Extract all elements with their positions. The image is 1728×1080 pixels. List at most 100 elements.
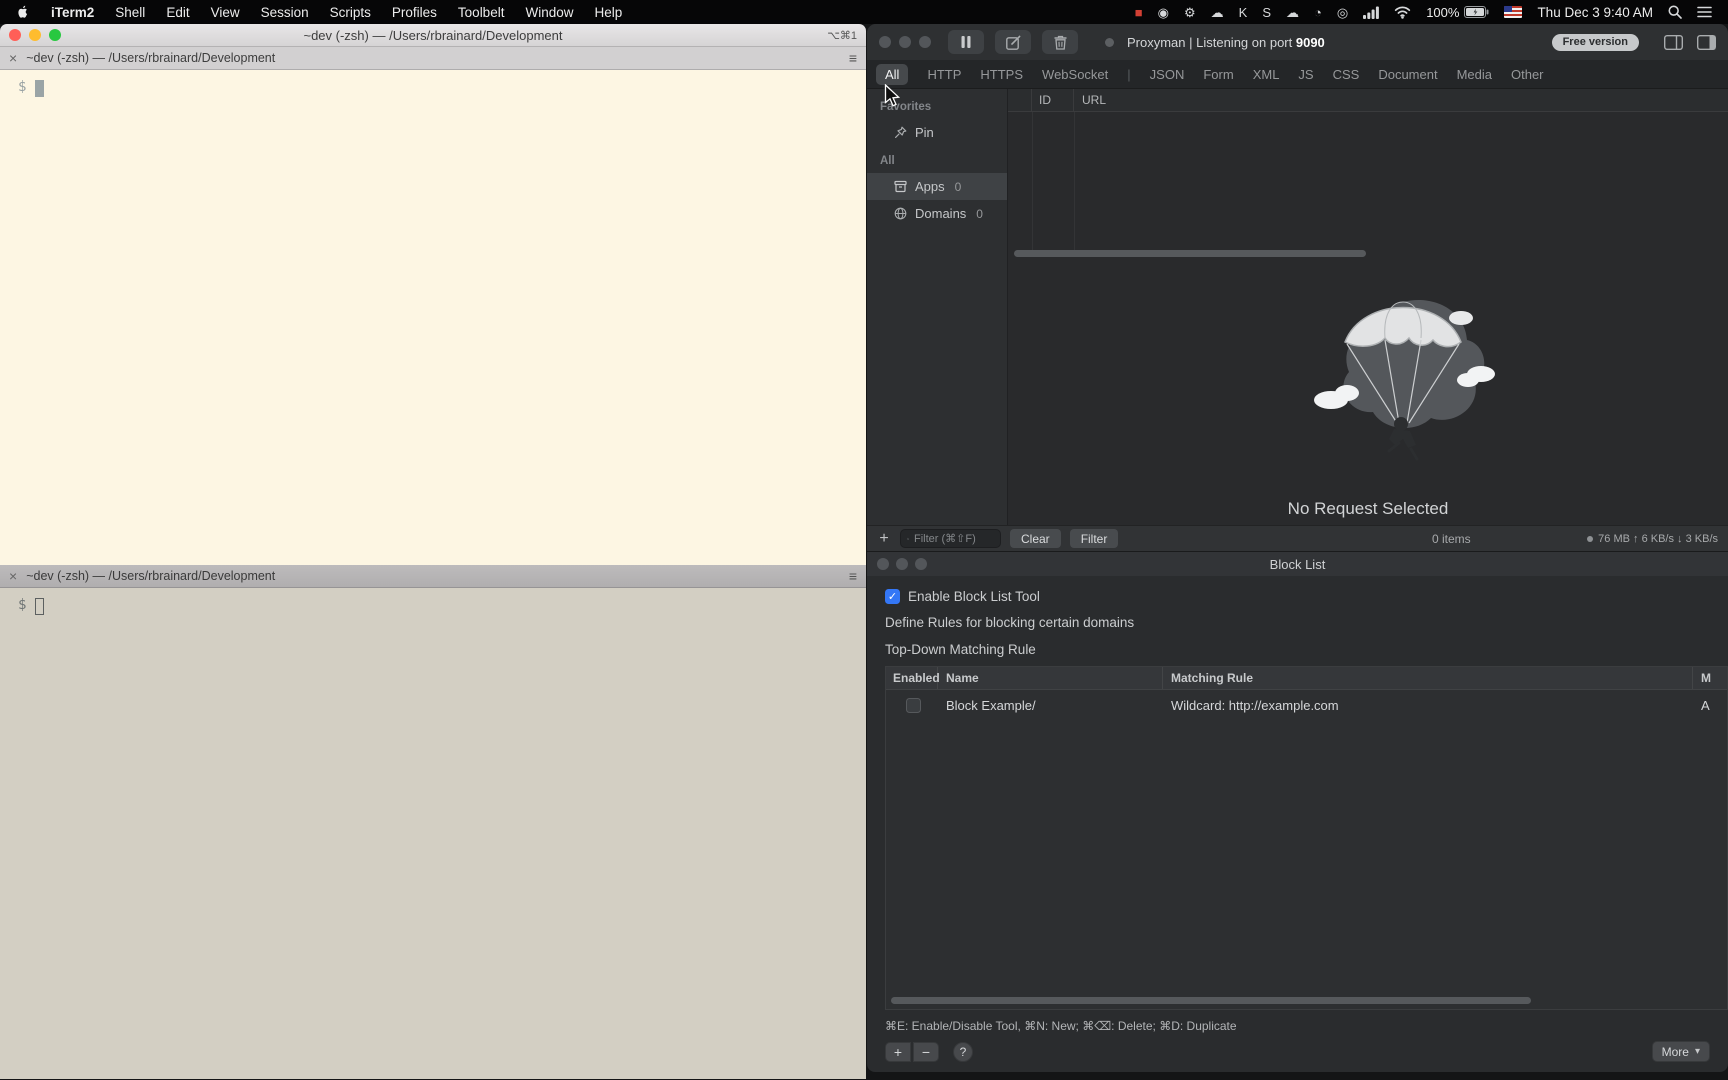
menu-app-name[interactable]: iTerm2 (51, 5, 94, 20)
us-flag-icon[interactable] (1504, 6, 1523, 18)
gear-app-icon[interactable]: ⚙ (1184, 6, 1196, 19)
enable-blocklist-checkbox[interactable]: ✓ (885, 589, 900, 604)
request-list-pane: ID URL No Request Selected (1008, 89, 1728, 525)
enable-blocklist-label: Enable Block List Tool (908, 589, 1040, 604)
clear-button[interactable]: Clear (1010, 529, 1061, 548)
terminal-top-tabbar[interactable]: × ~dev (-zsh) — /Users/rbrainard/Develop… (0, 47, 866, 70)
filter-button[interactable]: Filter (1069, 529, 1119, 548)
tab-https[interactable]: HTTPS (980, 67, 1023, 82)
target-app-icon[interactable]: ◎ (1337, 6, 1348, 19)
s-app-icon[interactable]: S (1262, 6, 1271, 19)
cellular-signal-icon[interactable] (1363, 6, 1380, 19)
k-app-icon[interactable]: K (1239, 6, 1248, 19)
close-button[interactable] (877, 558, 889, 570)
menu-profiles[interactable]: Profiles (392, 5, 437, 20)
tab-json[interactable]: JSON (1150, 67, 1185, 82)
menu-scripts[interactable]: Scripts (330, 5, 371, 20)
camera-app-icon[interactable]: ◉ (1158, 6, 1169, 19)
id-column-header[interactable]: ID (1032, 89, 1074, 111)
sidebar-item-pin[interactable]: Pin (867, 119, 1007, 146)
status-column (1008, 89, 1032, 111)
add-filter-button[interactable]: + (877, 530, 891, 548)
battery-percent: 100% (1426, 4, 1460, 20)
close-button[interactable] (879, 36, 891, 48)
tab-websocket[interactable]: WebSocket (1042, 67, 1108, 82)
name-column-header[interactable]: Name (938, 667, 1163, 689)
tab-title[interactable]: ~dev (-zsh) — /Users/rbrainard/Developme… (26, 51, 275, 65)
toggle-left-panel-icon[interactable] (1664, 34, 1683, 50)
wifi-icon[interactable] (1394, 5, 1411, 19)
filter-search-input[interactable] (914, 532, 994, 545)
pause-button[interactable] (948, 30, 984, 54)
tab-all[interactable]: All (876, 63, 909, 85)
minimize-button[interactable] (899, 36, 911, 48)
zoom-button[interactable] (49, 29, 61, 41)
compose-button[interactable] (995, 30, 1031, 54)
tab-media[interactable]: Media (1457, 67, 1492, 82)
minimize-button[interactable] (29, 29, 41, 41)
battery-icon[interactable] (1464, 6, 1489, 18)
table-row[interactable]: Block Example/ Wildcard: http://example.… (886, 690, 1727, 721)
tab-http[interactable]: HTTP (927, 67, 961, 82)
tab-css[interactable]: CSS (1333, 67, 1360, 82)
no-request-selected-text: No Request Selected (1287, 499, 1449, 518)
close-button[interactable] (9, 29, 21, 41)
sidebar-item-domains[interactable]: Domains 0 (867, 200, 1007, 227)
tab-close-icon[interactable]: × (9, 50, 17, 66)
menu-window[interactable]: Window (525, 5, 573, 20)
zoom-button[interactable] (915, 558, 927, 570)
rule-column-header[interactable]: Matching Rule (1163, 667, 1693, 689)
record-app-icon[interactable]: ■ (1135, 6, 1143, 19)
tab-js[interactable]: JS (1298, 67, 1313, 82)
delete-button[interactable] (1042, 30, 1078, 54)
menu-edit[interactable]: Edit (166, 5, 189, 20)
block-list-titlebar[interactable]: Block List (867, 552, 1728, 576)
tab-hamburger-icon[interactable]: ≡ (849, 50, 857, 66)
tab-document[interactable]: Document (1378, 67, 1437, 82)
search-icon (907, 537, 909, 540)
filter-search-field[interactable] (900, 529, 1001, 548)
menu-toolbelt[interactable]: Toolbelt (458, 5, 505, 20)
tab-hamburger-icon[interactable]: ≡ (849, 568, 857, 584)
menu-view[interactable]: View (211, 5, 240, 20)
add-rule-button[interactable]: + (885, 1041, 911, 1062)
menu-session[interactable]: Session (261, 5, 309, 20)
terminal-bottom-tabbar[interactable]: × ~dev (-zsh) — /Users/rbrainard/Develop… (0, 565, 866, 588)
tab-xml[interactable]: XML (1253, 67, 1280, 82)
menu-list-icon[interactable] (1697, 6, 1712, 18)
terminal-top-content[interactable]: $ (0, 70, 866, 565)
tab-other[interactable]: Other (1511, 67, 1544, 82)
menu-bar-clock[interactable]: Thu Dec 3 9:40 AM (1537, 5, 1653, 20)
more-button[interactable]: More ▾ (1651, 1041, 1710, 1062)
cloud-app-icon[interactable]: ☁ (1211, 6, 1224, 19)
cloud-sync-app-icon[interactable]: ☁ (1286, 6, 1299, 19)
toggle-right-panel-icon[interactable] (1697, 34, 1716, 50)
remove-rule-button[interactable]: − (913, 1041, 939, 1062)
tab-close-icon[interactable]: × (9, 568, 17, 584)
tab-form[interactable]: Form (1203, 67, 1233, 82)
horizontal-scrollbar[interactable] (1014, 250, 1366, 257)
zoom-button[interactable] (919, 36, 931, 48)
menu-help[interactable]: Help (594, 5, 622, 20)
horizontal-scrollbar[interactable] (891, 997, 1531, 1004)
spotlight-search-icon[interactable] (1668, 5, 1682, 19)
enabled-column-header[interactable]: Enabled (886, 667, 940, 689)
method-column-header[interactable]: M (1693, 671, 1727, 685)
minimize-button[interactable] (896, 558, 908, 570)
tab-title[interactable]: ~dev (-zsh) — /Users/rbrainard/Developme… (26, 569, 275, 583)
menu-shell[interactable]: Shell (115, 5, 145, 20)
url-column-header[interactable]: URL (1074, 93, 1728, 107)
proxyman-titlebar[interactable]: Proxyman | Listening on port 9090 Free v… (867, 24, 1728, 60)
empty-state: No Request Selected (1008, 280, 1728, 519)
help-button[interactable]: ? (953, 1041, 973, 1062)
terminal-bottom-content[interactable]: $ (0, 588, 866, 1079)
free-version-badge[interactable]: Free version (1551, 33, 1639, 51)
apple-menu-icon[interactable] (16, 4, 30, 20)
pin-icon (895, 126, 907, 138)
clock-app-icon[interactable]: ◔ (1314, 6, 1322, 19)
tab-shortcut-label: ⌥⌘1 (827, 29, 857, 42)
terminal-top-titlebar[interactable]: ~dev (-zsh) — /Users/rbrainard/Developme… (0, 24, 866, 47)
proxyman-title: Proxyman | Listening on port 9090 (1127, 34, 1325, 50)
rule-enabled-checkbox[interactable] (906, 698, 921, 713)
sidebar-item-apps[interactable]: Apps 0 (867, 173, 1007, 200)
